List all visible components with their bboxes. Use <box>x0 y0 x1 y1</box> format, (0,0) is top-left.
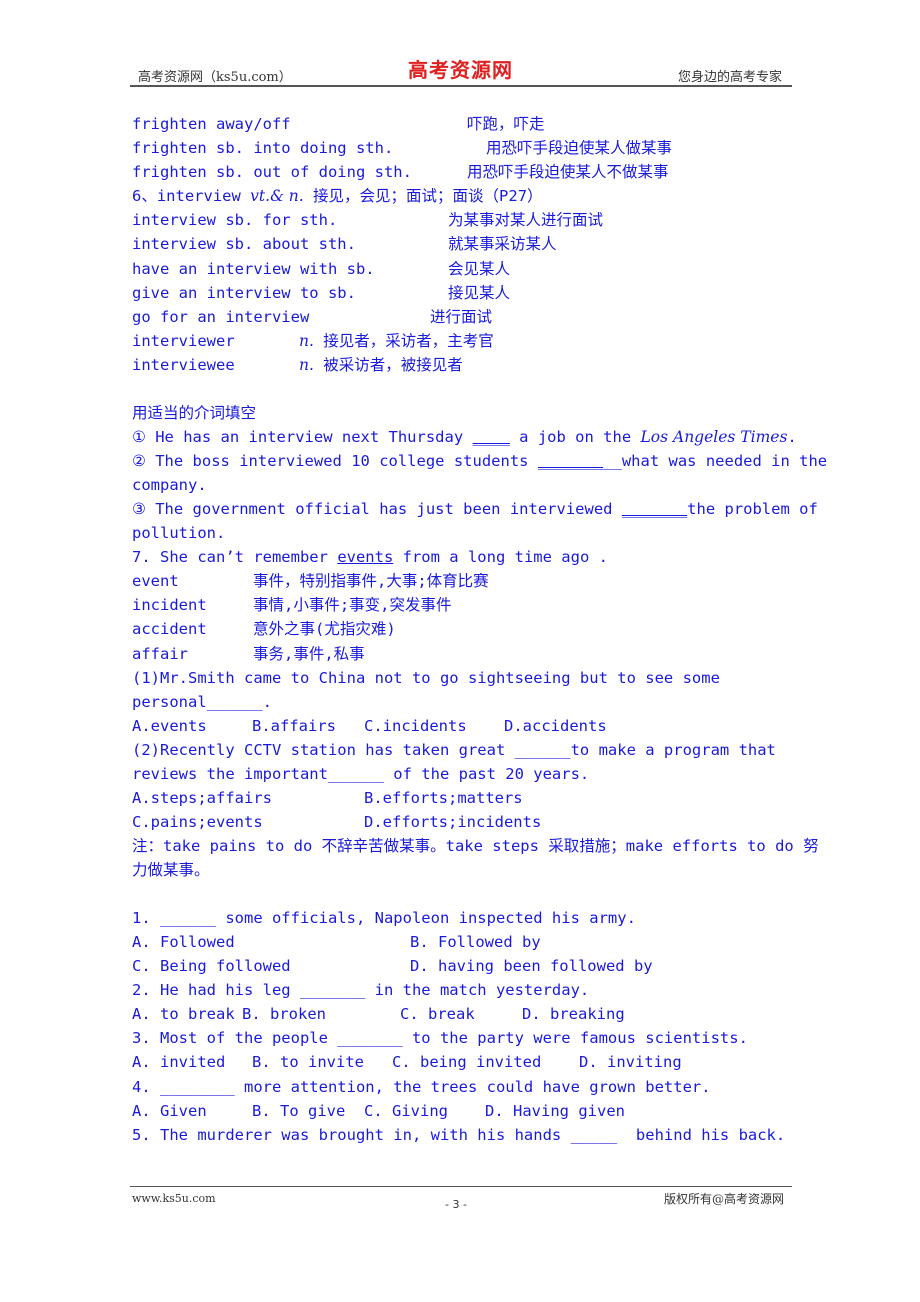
vocab-row: interviewer n. 接见者，采访者，主考官 <box>132 331 494 350</box>
vocab-row: give an interview to sb. 接见某人 <box>132 283 511 302</box>
question: 4. ________ more attention, the trees co… <box>132 1077 711 1096</box>
footer-divider <box>130 1186 792 1187</box>
options-row: A. invited B. to invite C. being invited D.… <box>132 1053 682 1072</box>
vocab-row: frighten sb. out of doing sth. 用恐吓手段迫使某人不… <box>132 163 669 182</box>
question: 1. ______ some officials, Napoleon inspe… <box>132 908 636 927</box>
options-row: A.steps;affairs B.efforts;matters <box>132 788 523 807</box>
word-row: affair 事务,事件,私事 <box>132 644 365 663</box>
page-number: - 3 - <box>445 1198 467 1211</box>
options-row: A. to break B. broken C. break D. breaking <box>132 1005 625 1024</box>
question: 5. The murderer was brought in, with his… <box>132 1125 786 1144</box>
vocab-row: go for an interview 进行面试 <box>132 307 493 326</box>
word-row: event 事件，特别指事件,大事;体育比赛 <box>132 572 489 591</box>
exercise-question: (1)Mr.Smith came to China not to go sigh… <box>132 668 720 711</box>
page-header: 高考资源网（ks5u.com） 高考资源网 您身边的高考专家 <box>130 58 790 86</box>
header-site-name: 高考资源网（ks5u.com） <box>138 70 292 85</box>
options-row: C.pains;events D.efforts;incidents <box>132 812 542 831</box>
vocab-row: frighten sb. into doing sth. 用恐吓手段迫使某人做某事 <box>132 139 673 158</box>
answer-blank: _______ <box>537 452 604 471</box>
vocab-row: frighten away/off 吓跑，吓走 <box>132 115 545 133</box>
exercise-item: ③ The government official has just been … <box>132 500 818 543</box>
events-heading: 7. She can’t remember events from a long… <box>132 548 608 567</box>
question: 2. He had his leg _______ in the match y… <box>132 981 590 1000</box>
header-logo: 高考资源网 <box>408 58 513 82</box>
footer-copyright: 版权所有@高考资源网 <box>663 1192 784 1206</box>
header-divider <box>130 85 792 87</box>
vocab-row: interview sb. about sth. 就某事采访某人 <box>132 235 557 254</box>
options-row: A. Given B. To give C. Giving D. Having giv… <box>132 1101 625 1120</box>
word-row: incident 事情,小事件;事变,突发事件 <box>132 596 452 615</box>
note: 注：take pains to do 不辞辛苦做某事。take steps 采取… <box>132 836 819 879</box>
interview-heading: 6、interview vt.& n. 接见，会见；面试；面谈（P27） <box>132 187 543 206</box>
options-row: C. Being followed D. having been followed… <box>132 957 653 976</box>
options-row: A.events B.affairs C.incidents D.accidents <box>132 716 607 735</box>
footer-url: www.ks5u.com <box>132 1192 216 1205</box>
exercise-question: (2)Recently CCTV station has taken great… <box>132 740 776 783</box>
options-row: A. Followed B. Followed by <box>132 932 541 951</box>
header-slogan: 您身边的高考专家 <box>677 70 782 85</box>
word-row: accident 意外之事(尤指灾难) <box>132 620 396 639</box>
vocab-row: interview sb. for sth. 为某事对某人进行面试 <box>132 211 604 230</box>
answer-blank: ____ <box>472 428 510 447</box>
section-title: 用适当的介词填空 <box>132 404 257 423</box>
answer-blank: _______ <box>621 500 688 519</box>
question: 3. Most of the people _______ to the par… <box>132 1029 748 1048</box>
exercise-item: ② The boss interviewed 10 college studen… <box>132 452 828 495</box>
vocab-row: interviewee n. 被采访者，被接见者 <box>132 355 463 374</box>
exercise-item: ① He has an interview next Thursday ____… <box>132 428 797 447</box>
document-body: frighten away/off 吓跑，吓走 frighten sb. into… <box>132 112 832 1147</box>
vocab-row: have an interview with sb. 会见某人 <box>132 259 511 278</box>
